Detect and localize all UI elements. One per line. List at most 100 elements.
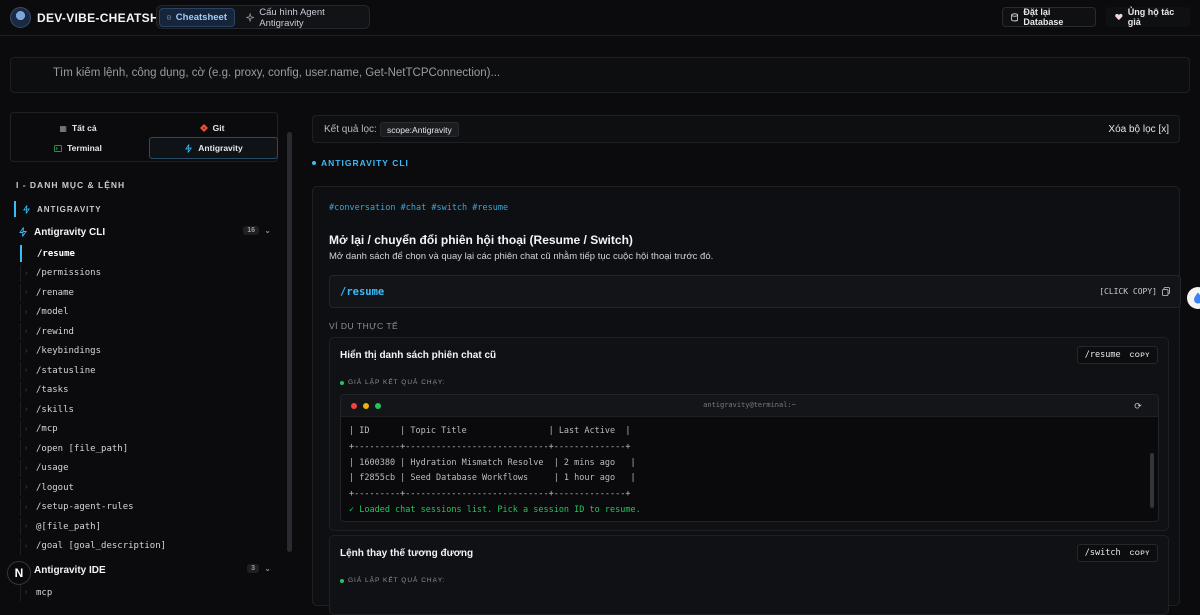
- chevron-right-icon: ›: [25, 289, 28, 296]
- sidebar-item-command[interactable]: › @[file_path]: [20, 518, 275, 535]
- filter-label: Tất cả: [71, 123, 97, 133]
- command-copy-box[interactable]: /resume [CLICK COPY]: [329, 275, 1181, 308]
- group-antigravity-cli[interactable]: Antigravity CLI 16 ⌄: [18, 224, 273, 240]
- sidebar: ▦ Tất cả Git Terminal Antigravity I - DA…: [10, 112, 294, 601]
- sidebar-item-command[interactable]: › /keybindings: [20, 342, 275, 360]
- water-drop-icon[interactable]: [1187, 287, 1200, 309]
- search-bar: [10, 57, 1190, 93]
- simulation-label-text: GIẢ LẬP KẾT QUẢ CHẠY:: [348, 577, 446, 584]
- tab-cheatsheet[interactable]: Cheatsheet: [159, 8, 235, 27]
- item-label: /skills: [36, 404, 74, 415]
- reset-database-button[interactable]: Đặt lại Database: [1002, 7, 1096, 27]
- item-label: /setup-agent-rules: [36, 502, 134, 512]
- group-count-badge: 16: [243, 226, 259, 235]
- filter-antigravity-button[interactable]: Antigravity: [149, 137, 278, 159]
- command-title: Mở lại / chuyển đổi phiên hội thoại (Res…: [329, 233, 633, 247]
- framework-badge[interactable]: N: [7, 561, 31, 585]
- clear-filter-button[interactable]: Xóa bộ lọc [x]: [1108, 124, 1169, 135]
- sidebar-item-command[interactable]: › /usage: [20, 459, 275, 477]
- sidebar-item-command[interactable]: › /setup-agent-rules: [20, 498, 275, 516]
- sidebar-item-command[interactable]: › /skills: [20, 401, 275, 418]
- example-title: Hiển thị danh sách phiên chat cũ: [340, 350, 497, 361]
- status-dot-icon: [340, 380, 344, 385]
- item-label: /goal [goal_description]: [36, 541, 167, 551]
- group-label: Antigravity IDE: [34, 564, 106, 576]
- filter-terminal-button[interactable]: Terminal: [15, 138, 141, 158]
- sidebar-item-command[interactable]: › /rename: [20, 284, 275, 301]
- bullet-dot-icon: [312, 161, 316, 165]
- command-description: Mở danh sách để chọn và quay lại các phi…: [329, 251, 714, 262]
- item-label: /logout: [36, 482, 74, 493]
- terminal-window: antigravity@terminal:~ ⟳ | ID | Topic Ti…: [340, 394, 1159, 522]
- sidebar-item-command[interactable]: › /goal [goal_description]: [20, 537, 275, 555]
- copy-label: COPY: [1129, 351, 1150, 359]
- filter-all-button[interactable]: ▦ Tất cả: [15, 118, 141, 138]
- brand-logo-icon: [10, 7, 31, 28]
- item-label: /keybindings: [36, 346, 102, 356]
- click-copy-button[interactable]: [CLICK COPY]: [1099, 287, 1170, 296]
- database-icon: [1011, 12, 1019, 21]
- sidebar-item-command[interactable]: › /open [file_path]: [20, 440, 275, 457]
- search-input[interactable]: [53, 67, 953, 79]
- main-nav-tabs: Cheatsheet Cấu hình Agent Antigravity: [156, 5, 370, 29]
- sidebar-item-mcp-ide[interactable]: › mcp: [20, 584, 275, 601]
- sidebar-item-command[interactable]: › /permissions: [20, 264, 275, 282]
- sidebar-item-command[interactable]: › /statusline: [20, 362, 275, 379]
- filter-result-label: Kết quả lọc:: [324, 124, 377, 135]
- chevron-right-icon: ›: [25, 406, 28, 413]
- chevron-right-icon: ›: [25, 367, 28, 374]
- terminal-line: +---------+----------------------------+…: [349, 489, 631, 500]
- section-heading-label: ANTIGRAVITY CLI: [321, 158, 409, 168]
- chevron-right-icon: ›: [25, 484, 28, 491]
- example-copy-button[interactable]: /switch COPY: [1076, 544, 1158, 562]
- filter-label: Terminal: [67, 143, 102, 153]
- chevron-right-icon: ›: [25, 445, 28, 452]
- item-label: /statusline: [36, 365, 96, 376]
- support-author-button[interactable]: Ủng hộ tác giả: [1106, 7, 1190, 27]
- sidebar-item-command[interactable]: › /logout: [20, 479, 275, 496]
- command-tags: #conversation #chat #switch #resume: [329, 203, 509, 213]
- terminal-scrollbar[interactable]: [1150, 453, 1154, 508]
- terminal-line: | f2855cb | Seed Database Workflows | 1 …: [349, 473, 636, 484]
- copy-icon: [1162, 287, 1170, 296]
- heart-icon: [1115, 13, 1123, 21]
- example-block: Lệnh thay thế tương đương /switch COPY G…: [329, 535, 1169, 615]
- chevron-down-icon: ⌄: [264, 564, 271, 573]
- filter-chip[interactable]: scope:Antigravity: [380, 122, 459, 137]
- sidebar-item-command[interactable]: › /tasks: [20, 381, 275, 399]
- terminal-line: +---------+----------------------------+…: [349, 441, 631, 452]
- sidebar-item-command[interactable]: › /mcp: [20, 420, 275, 438]
- tab-agent-config[interactable]: Cấu hình Agent Antigravity: [239, 7, 369, 29]
- sidebar-item-command[interactable]: /resume: [20, 245, 275, 262]
- command-card: #conversation #chat #switch #resume Mở l…: [312, 186, 1181, 615]
- reset-database-label: Đặt lại Database: [1023, 7, 1064, 27]
- category-antigravity[interactable]: ANTIGRAVITY: [14, 201, 276, 217]
- chevron-right-icon: ›: [25, 347, 28, 355]
- group-antigravity-ide[interactable]: Antigravity IDE 3 ⌄: [18, 562, 273, 578]
- sidebar-scrollbar[interactable]: [287, 132, 292, 552]
- chevron-right-icon: ›: [25, 464, 28, 472]
- examples-label: VÍ DỤ THỰC TẾ: [329, 321, 399, 331]
- sidebar-item-command[interactable]: › /rewind: [20, 323, 275, 340]
- item-label: /model: [36, 307, 69, 317]
- scope-filter-group: ▦ Tất cả Git Terminal Antigravity: [10, 112, 278, 162]
- tab-label: Cheatsheet: [175, 12, 227, 23]
- terminal-line: | ID | Topic Title | Last Active |: [349, 426, 631, 436]
- filter-git-button[interactable]: Git: [149, 118, 275, 138]
- example-copy-button[interactable]: /resume COPY: [1076, 346, 1158, 364]
- sidebar-item-command[interactable]: › /model: [20, 303, 275, 321]
- item-label: /open [file_path]: [36, 443, 129, 454]
- refresh-icon[interactable]: ⟳: [1132, 400, 1144, 412]
- chevron-down-icon: ⌄: [264, 226, 271, 235]
- chevron-right-icon: ›: [25, 542, 28, 550]
- chevron-right-icon: ›: [25, 503, 28, 511]
- chevron-right-icon: ›: [25, 589, 28, 596]
- item-label: /usage: [36, 463, 69, 473]
- simulation-label: GIẢ LẬP KẾT QUẢ CHẠY:: [340, 577, 446, 584]
- sparkle-icon: [23, 204, 30, 214]
- simulation-label-text: GIẢ LẬP KẾT QUẢ CHẠY:: [348, 379, 446, 386]
- item-label: mcp: [36, 587, 53, 598]
- git-icon: [199, 124, 208, 132]
- item-label: /resume: [37, 248, 75, 259]
- example-command: /switch: [1084, 548, 1121, 558]
